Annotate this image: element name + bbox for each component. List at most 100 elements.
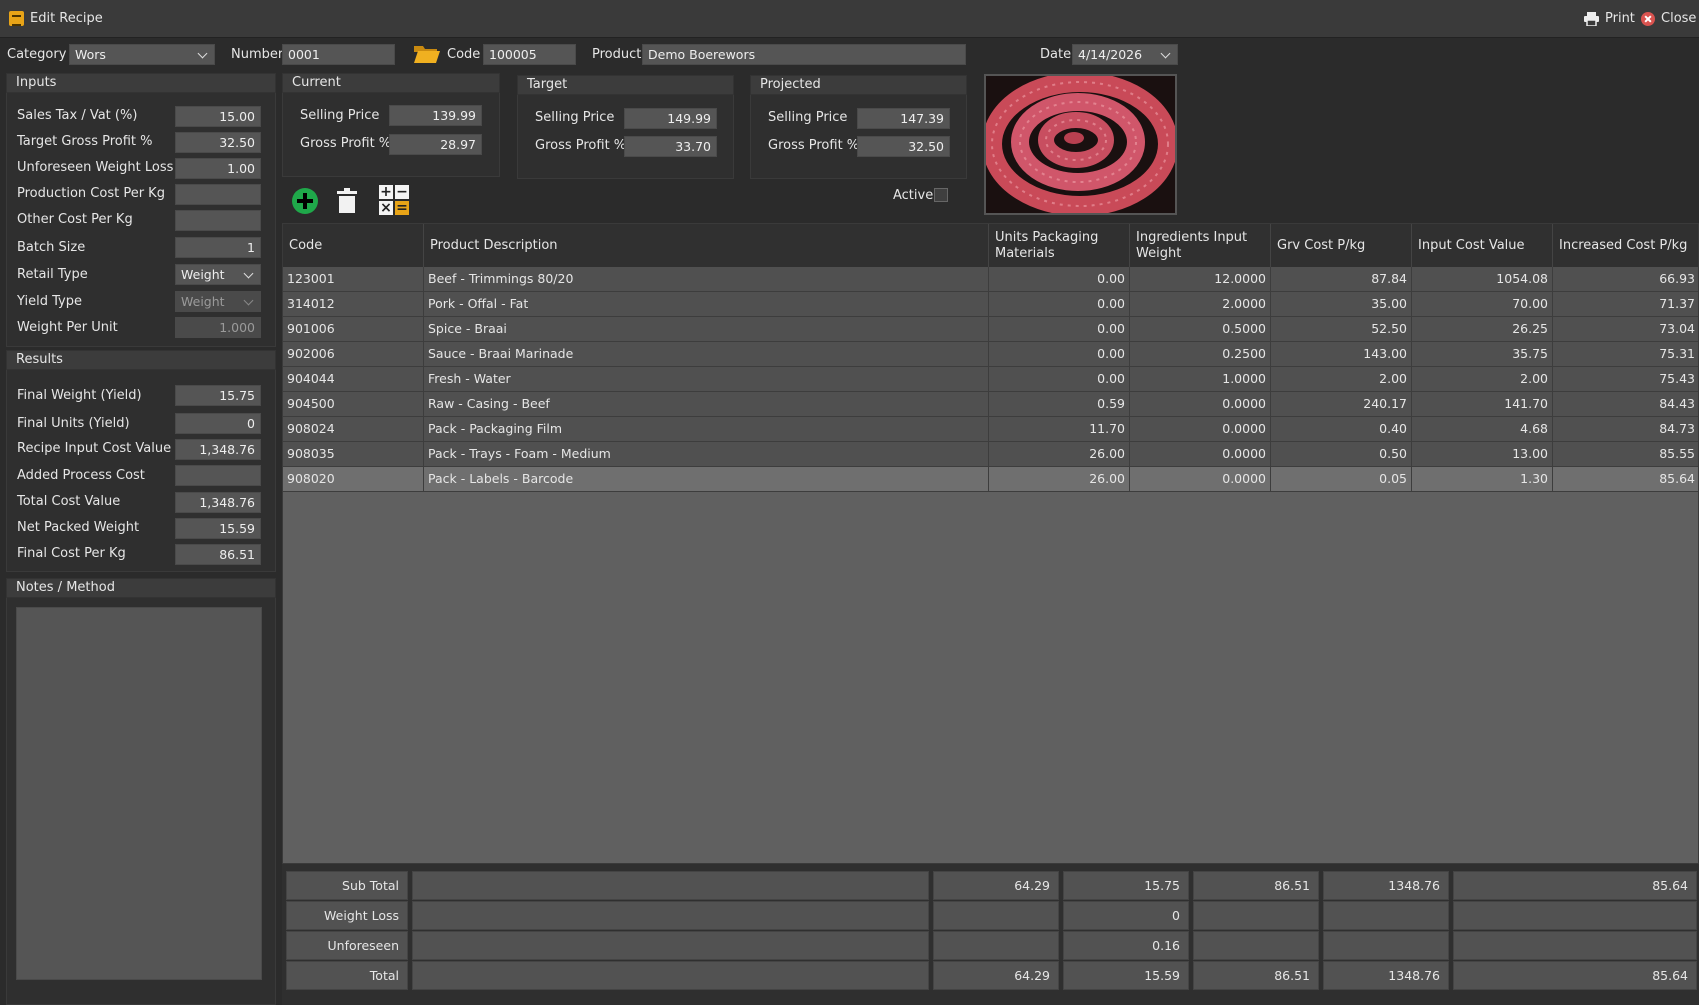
table-row[interactable]: 904500 Raw - Casing - Beef 0.59 0.0000 240.1… [283, 392, 1698, 417]
table-row[interactable]: 908035 Pack - Trays - Foam - Medium 26.00 0… [283, 442, 1698, 467]
table-cell[interactable]: 35.75 [1412, 342, 1553, 367]
table-row[interactable]: 908024 Pack - Packaging Film 11.70 0.0000 0.… [283, 417, 1698, 442]
target-gp-field[interactable]: 32.50 [175, 132, 261, 153]
table-cell[interactable]: Beef - Trimmings 80/20 [424, 267, 989, 292]
table-cell[interactable]: 4.68 [1412, 417, 1553, 442]
table-cell[interactable]: 0.00 [989, 292, 1130, 317]
table-cell[interactable]: 0.00 [989, 267, 1130, 292]
table-cell[interactable]: 1.30 [1412, 467, 1553, 492]
table-cell[interactable]: 240.17 [1271, 392, 1412, 417]
column-header[interactable]: Input Cost Value [1412, 224, 1553, 267]
table-cell[interactable]: 0.0000 [1130, 392, 1271, 417]
table-row[interactable]: 908020 Pack - Labels - Barcode 26.00 0.0000… [283, 467, 1698, 492]
table-cell[interactable]: 66.93 [1553, 267, 1698, 292]
table-cell[interactable]: Spice - Braai [424, 317, 989, 342]
category-select[interactable]: Wors [69, 44, 215, 65]
table-cell[interactable]: 26.00 [989, 442, 1130, 467]
column-header[interactable]: Units Packaging Materials [989, 224, 1130, 267]
table-cell[interactable]: 0.0000 [1130, 467, 1271, 492]
column-header[interactable]: Ingredients Input Weight [1130, 224, 1271, 267]
print-button[interactable]: Print [1584, 11, 1635, 26]
column-header[interactable]: Grv Cost P/kg [1271, 224, 1412, 267]
add-circle-icon[interactable] [292, 188, 318, 214]
weight-per-unit-field[interactable]: 1.000 [175, 317, 261, 338]
code-field[interactable]: 100005 [483, 44, 576, 65]
table-row[interactable]: 904044 Fresh - Water 0.00 1.0000 2.00 2.00 75.… [283, 367, 1698, 392]
table-cell[interactable]: 904500 [283, 392, 424, 417]
table-cell[interactable]: 85.64 [1553, 467, 1698, 492]
close-button[interactable]: Close [1641, 11, 1696, 26]
column-header[interactable]: Product Description [424, 224, 989, 267]
table-cell[interactable]: 26.25 [1412, 317, 1553, 342]
table-row[interactable]: 901006 Spice - Braai 0.00 0.5000 52.50 26.25 7… [283, 317, 1698, 342]
table-cell[interactable]: 87.84 [1271, 267, 1412, 292]
product-field[interactable]: Demo Boerewors [642, 44, 966, 65]
table-cell[interactable]: 84.43 [1553, 392, 1698, 417]
table-cell[interactable]: 13.00 [1412, 442, 1553, 467]
calculator-icon[interactable]: + − × = [379, 185, 409, 215]
table-cell[interactable]: 0.05 [1271, 467, 1412, 492]
table-cell[interactable]: 123001 [283, 267, 424, 292]
table-cell[interactable]: 0.00 [989, 317, 1130, 342]
product-image[interactable] [984, 74, 1177, 215]
folder-open-icon[interactable] [413, 43, 441, 65]
table-cell[interactable]: 902006 [283, 342, 424, 367]
table-cell[interactable]: 143.00 [1271, 342, 1412, 367]
table-cell[interactable]: 26.00 [989, 467, 1130, 492]
table-cell[interactable]: 12.0000 [1130, 267, 1271, 292]
table-cell[interactable]: 73.04 [1553, 317, 1698, 342]
table-cell[interactable]: 0.0000 [1130, 417, 1271, 442]
table-cell[interactable]: 0.40 [1271, 417, 1412, 442]
notes-textarea[interactable] [16, 607, 262, 980]
sales-tax-field[interactable]: 15.00 [175, 106, 261, 127]
table-cell[interactable]: 1.0000 [1130, 367, 1271, 392]
table-cell[interactable]: Pack - Packaging Film [424, 417, 989, 442]
table-cell[interactable]: Pack - Labels - Barcode [424, 467, 989, 492]
table-cell[interactable]: 0.00 [989, 367, 1130, 392]
table-cell[interactable]: Fresh - Water [424, 367, 989, 392]
table-cell[interactable]: 0.00 [989, 342, 1130, 367]
production-cost-field[interactable] [175, 184, 261, 205]
table-cell[interactable]: 2.00 [1412, 367, 1553, 392]
table-cell[interactable]: 35.00 [1271, 292, 1412, 317]
table-cell[interactable]: 71.37 [1553, 292, 1698, 317]
table-cell[interactable]: 52.50 [1271, 317, 1412, 342]
yield-type-select[interactable]: Weight [175, 291, 261, 312]
added-process-field[interactable] [175, 465, 261, 486]
table-cell[interactable]: 85.55 [1553, 442, 1698, 467]
table-cell[interactable]: 1054.08 [1412, 267, 1553, 292]
table-cell[interactable]: 908020 [283, 467, 424, 492]
table-cell[interactable]: 904044 [283, 367, 424, 392]
table-cell[interactable]: 901006 [283, 317, 424, 342]
table-row[interactable]: 902006 Sauce - Braai Marinade 0.00 0.2500 14… [283, 342, 1698, 367]
table-cell[interactable]: Raw - Casing - Beef [424, 392, 989, 417]
column-header[interactable]: Code [283, 224, 424, 267]
table-cell[interactable]: 84.73 [1553, 417, 1698, 442]
table-cell[interactable]: Pork - Offal - Fat [424, 292, 989, 317]
table-cell[interactable]: Pack - Trays - Foam - Medium [424, 442, 989, 467]
table-cell[interactable]: 2.00 [1271, 367, 1412, 392]
table-cell[interactable]: 75.31 [1553, 342, 1698, 367]
table-cell[interactable]: 314012 [283, 292, 424, 317]
table-cell[interactable]: 0.2500 [1130, 342, 1271, 367]
table-cell[interactable]: 0.0000 [1130, 442, 1271, 467]
table-cell[interactable]: 0.59 [989, 392, 1130, 417]
table-cell[interactable]: Sauce - Braai Marinade [424, 342, 989, 367]
table-cell[interactable]: 11.70 [989, 417, 1130, 442]
table-cell[interactable]: 908035 [283, 442, 424, 467]
number-field[interactable]: 0001 [282, 44, 395, 65]
retail-type-select[interactable]: Weight [175, 264, 261, 285]
table-cell[interactable]: 908024 [283, 417, 424, 442]
table-row[interactable]: 123001 Beef - Trimmings 80/20 0.00 12.0000 8… [283, 267, 1698, 292]
date-picker[interactable]: 4/14/2026 [1072, 44, 1178, 65]
column-header[interactable]: Increased Cost P/kg [1553, 224, 1698, 267]
table-cell[interactable]: 141.70 [1412, 392, 1553, 417]
table-cell[interactable]: 2.0000 [1130, 292, 1271, 317]
other-cost-field[interactable] [175, 210, 261, 231]
weight-loss-field[interactable]: 1.00 [175, 158, 261, 179]
active-checkbox[interactable] [934, 188, 948, 202]
batch-size-field[interactable]: 1 [175, 237, 261, 258]
table-cell[interactable]: 0.50 [1271, 442, 1412, 467]
trash-icon[interactable] [337, 188, 357, 213]
table-cell[interactable]: 70.00 [1412, 292, 1553, 317]
